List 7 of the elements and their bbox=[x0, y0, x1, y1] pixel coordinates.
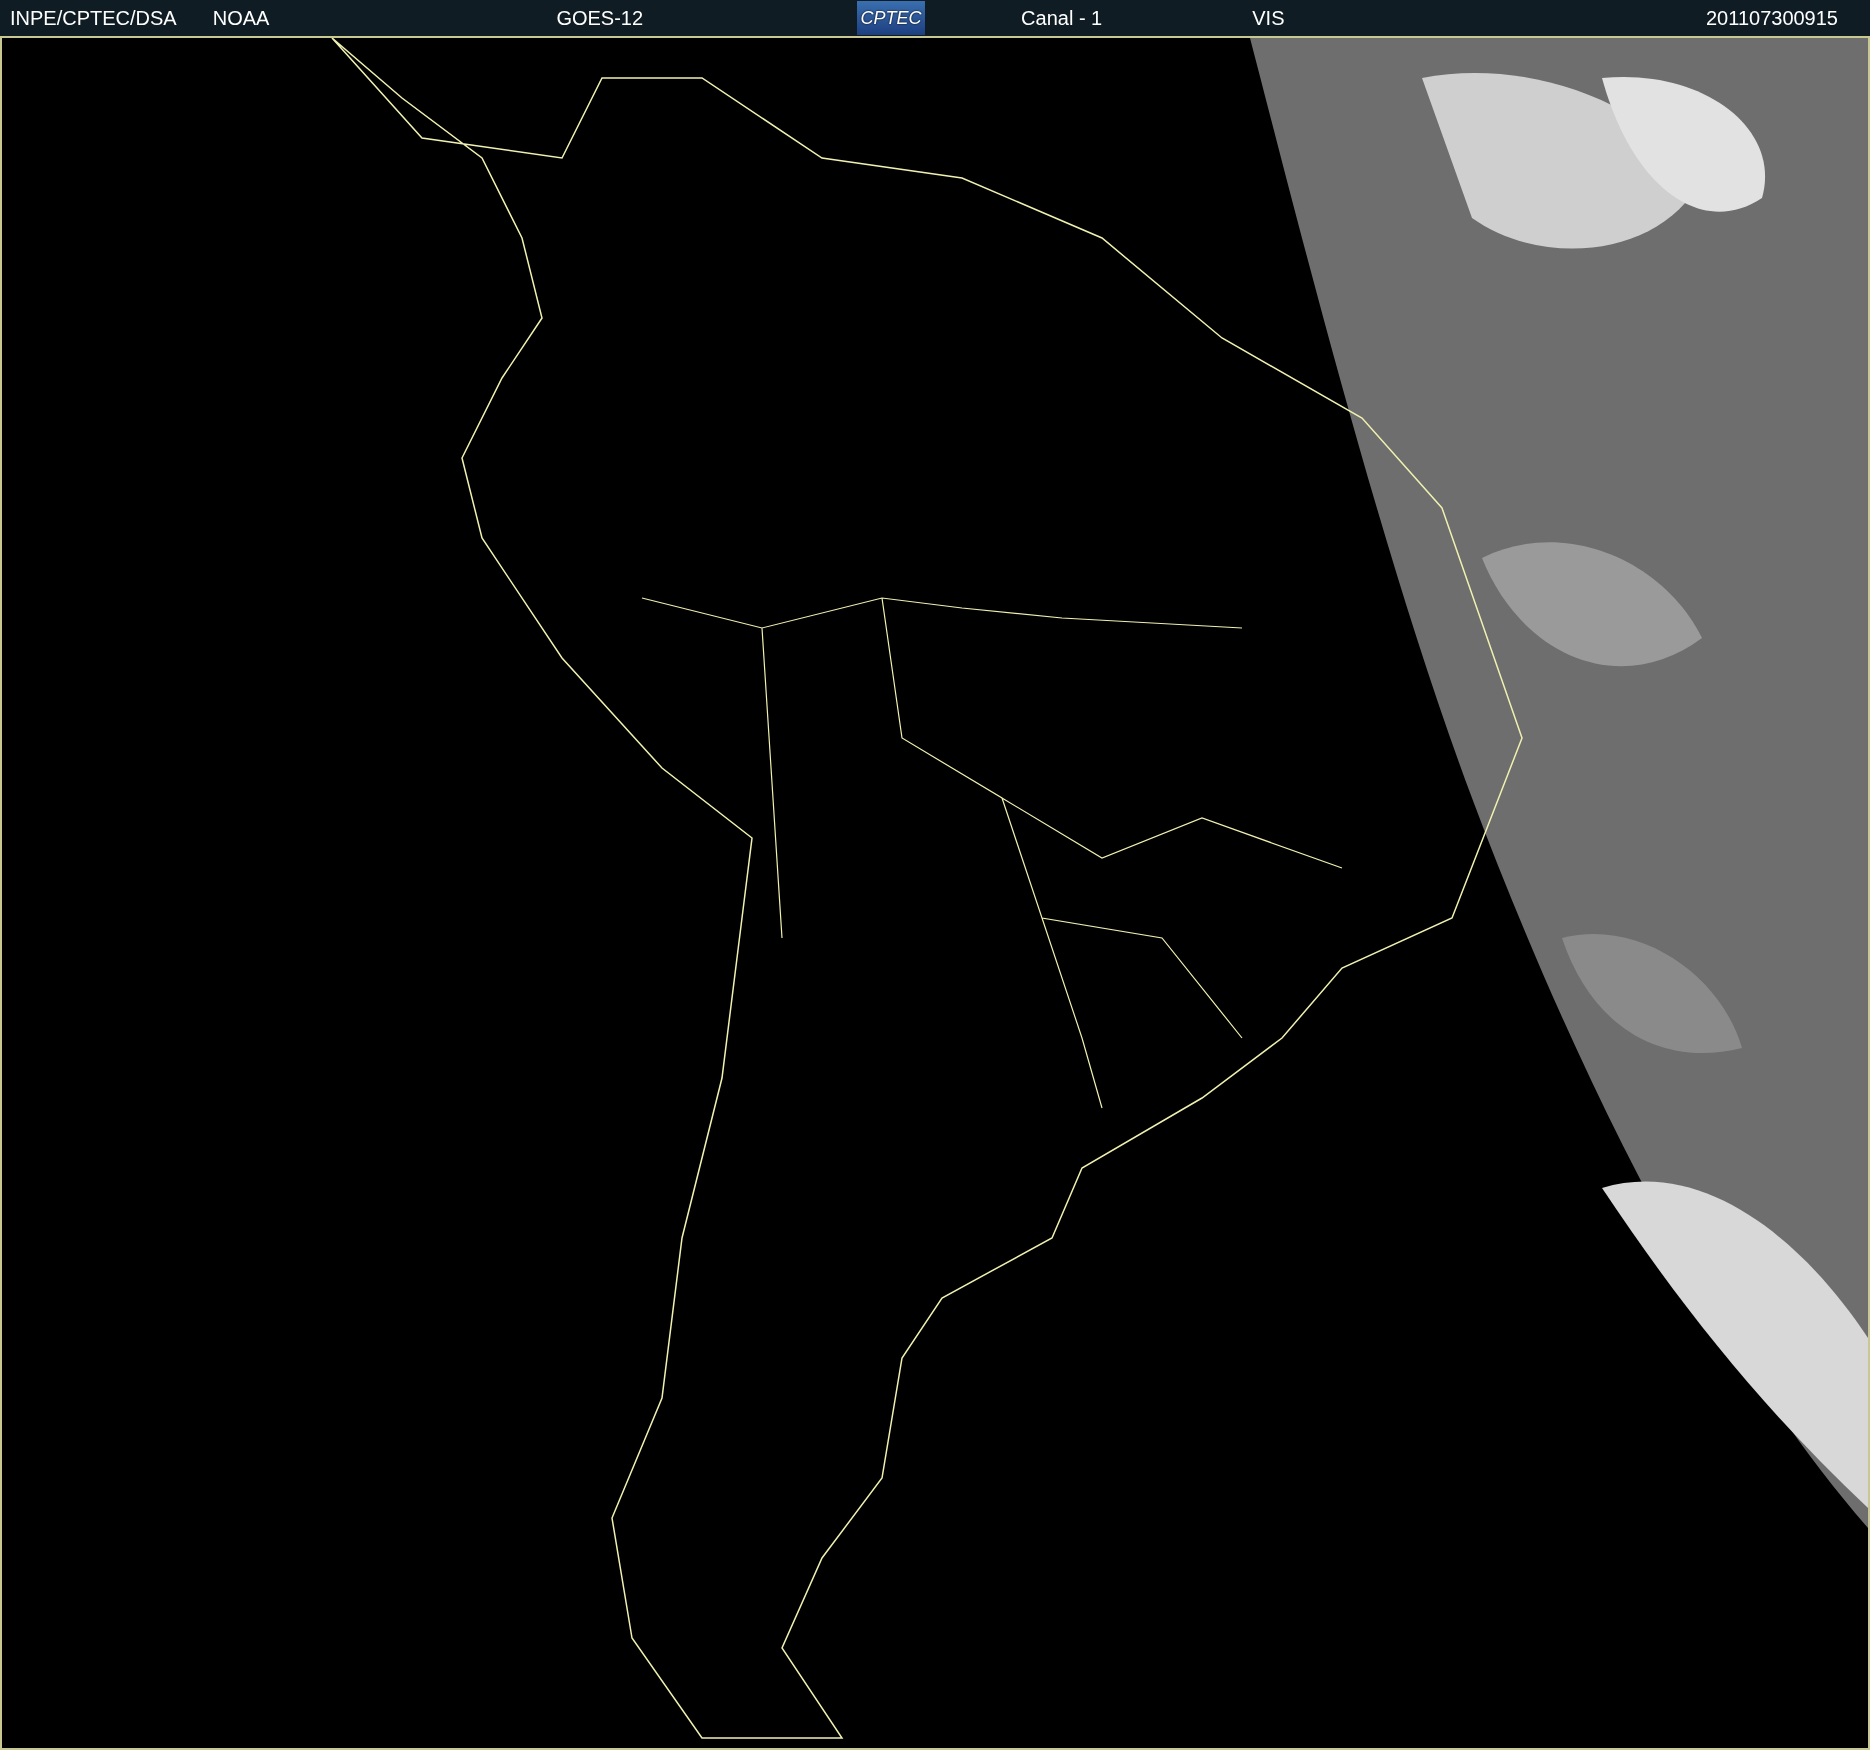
band-label: VIS bbox=[1252, 6, 1285, 31]
source-label: INPE/CPTEC/DSA bbox=[10, 6, 177, 31]
agency-label: NOAA bbox=[212, 6, 270, 31]
timestamp-label: 201107300915 bbox=[1706, 6, 1838, 31]
logo: CPTEC bbox=[857, 1, 926, 35]
satellite-label: GOES-12 bbox=[556, 6, 644, 31]
channel-label: Canal - 1 bbox=[1021, 6, 1103, 31]
